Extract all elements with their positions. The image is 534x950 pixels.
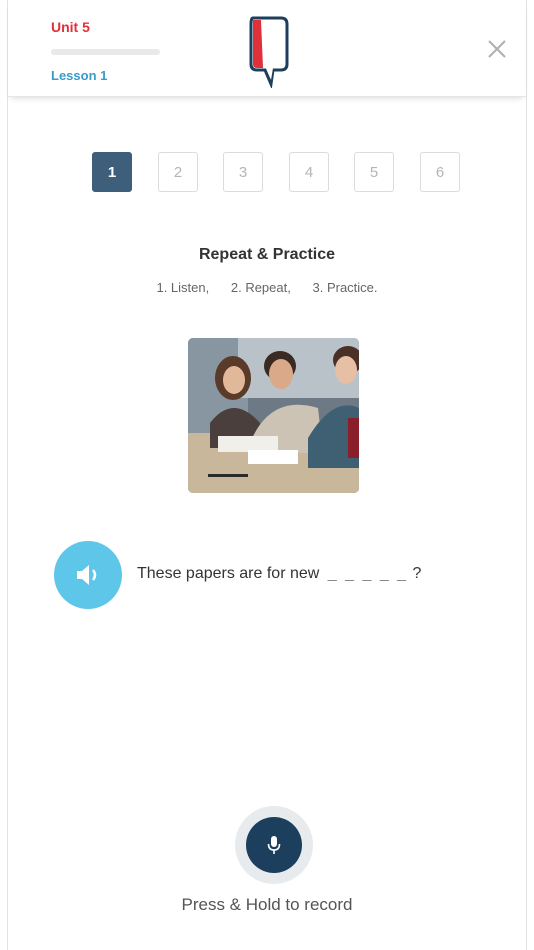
instruction-repeat: 2. Repeat,: [230, 280, 291, 295]
header: Unit 5 Lesson 1: [8, 0, 526, 97]
app-frame: Unit 5 Lesson 1 1 2 3 4 5 6 Repeat & Pra…: [7, 0, 527, 950]
microphone-icon: [267, 836, 281, 854]
answer-blank: _ _ _ _ _: [327, 565, 409, 582]
unit-label: Unit 5: [51, 19, 90, 35]
sentence-end: ?: [412, 565, 422, 582]
close-icon[interactable]: [484, 36, 510, 62]
record-label: Press & Hold to record: [181, 895, 353, 914]
activity-instructions: 1. Listen, 2. Repeat, 3. Practice.: [8, 280, 526, 295]
step-navigator: 1 2 3 4 5 6: [92, 152, 462, 192]
step-3[interactable]: 3: [223, 152, 263, 192]
sentence-text: These papers are for new: [137, 565, 320, 582]
speaker-icon: [77, 565, 97, 585]
step-1[interactable]: 1: [92, 152, 132, 192]
step-4[interactable]: 4: [289, 152, 329, 192]
play-audio-button[interactable]: [54, 541, 122, 609]
step-5[interactable]: 5: [354, 152, 394, 192]
lesson-label: Lesson 1: [51, 68, 108, 83]
step-2[interactable]: 2: [158, 152, 198, 192]
speech-bubble-logo: [249, 16, 289, 88]
instruction-practice: 3. Practice.: [312, 280, 378, 295]
lesson-progress-bar: [51, 49, 160, 55]
exercise-sentence: These papers are for new _ _ _ _ _ ?: [137, 565, 421, 583]
activity-title: Repeat & Practice: [198, 246, 336, 263]
record-button-inner[interactable]: [246, 817, 302, 873]
step-6[interactable]: 6: [420, 152, 460, 192]
record-button[interactable]: [235, 806, 313, 884]
exercise-photo: [188, 338, 359, 493]
instruction-listen: 1. Listen,: [156, 280, 210, 295]
